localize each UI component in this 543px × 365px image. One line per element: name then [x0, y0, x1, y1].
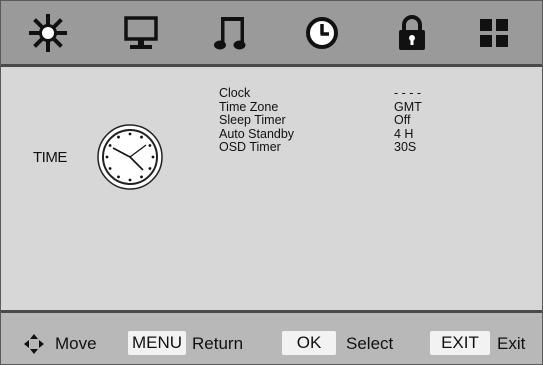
select-hint: Select	[346, 334, 394, 353]
clock-tick	[108, 144, 112, 147]
tab-picture[interactable]	[3, 1, 93, 64]
lock-icon	[399, 14, 425, 50]
tab-pc[interactable]	[96, 1, 186, 64]
menu-item-auto-standby[interactable]: Auto Standby 4 H	[219, 126, 459, 142]
music-note-icon	[214, 16, 246, 49]
move-arrows-icon	[24, 334, 44, 354]
move-hint: Move	[55, 334, 97, 353]
menu-item-sleep-timer[interactable]: Sleep Timer Off	[219, 114, 459, 128]
menu-item-value: GMT	[394, 99, 422, 114]
menu-item-label: Auto Standby	[219, 126, 295, 141]
menu-item-time-zone[interactable]: Time Zone GMT	[219, 99, 459, 115]
time-menu-list: Clock - - - - Time Zone GMT Sleep Timer …	[219, 87, 459, 155]
grid-icon	[480, 18, 508, 47]
clock-tick	[117, 175, 120, 179]
clock-tick	[148, 144, 152, 147]
category-tabs	[1, 1, 542, 67]
menu-key-button[interactable]: MENU	[128, 331, 186, 355]
exit-key-button[interactable]: EXIT	[430, 331, 490, 355]
sun-icon	[29, 13, 67, 52]
tab-time[interactable]	[277, 1, 367, 64]
menu-item-clock[interactable]: Clock - - - -	[219, 87, 459, 101]
clock-tick	[105, 155, 109, 159]
menu-item-label: Time Zone	[219, 99, 279, 114]
key-hint-bar: Move MENU Return OK Select EXIT Exit	[1, 313, 542, 364]
menu-item-label: Sleep Timer	[219, 113, 286, 127]
menu-item-label: Clock	[219, 86, 251, 100]
clock-tick	[140, 135, 143, 139]
analog-clock-icon	[97, 124, 163, 190]
menu-item-osd-timer[interactable]: OSD Timer 30S	[219, 141, 459, 155]
menu-item-value: - - - -	[394, 86, 422, 100]
ok-key-button[interactable]: OK	[282, 331, 336, 355]
return-hint: Return	[192, 334, 244, 353]
clock-tick	[108, 167, 112, 170]
tab-setup[interactable]	[449, 1, 539, 64]
clock-tick	[128, 178, 132, 182]
tab-sound[interactable]	[186, 1, 276, 64]
tab-lock[interactable]	[367, 1, 457, 64]
monitor-icon	[124, 15, 158, 49]
clock-tick	[151, 155, 155, 159]
clock-tick	[117, 135, 120, 139]
exit-hint: Exit	[497, 334, 526, 353]
menu-item-value: Off	[394, 113, 411, 127]
menu-item-label: OSD Timer	[219, 140, 281, 154]
clock-tick	[140, 175, 143, 179]
menu-item-value: 30S	[394, 140, 417, 154]
section-title: TIME	[33, 149, 67, 166]
menu-item-value: 4 H	[394, 126, 414, 141]
clock-icon	[306, 16, 338, 49]
clock-tick	[128, 132, 132, 136]
osd-menu: TIME Clock - - - - Time Zone GMT Sleep T…	[0, 0, 543, 365]
clock-tick	[148, 167, 152, 170]
